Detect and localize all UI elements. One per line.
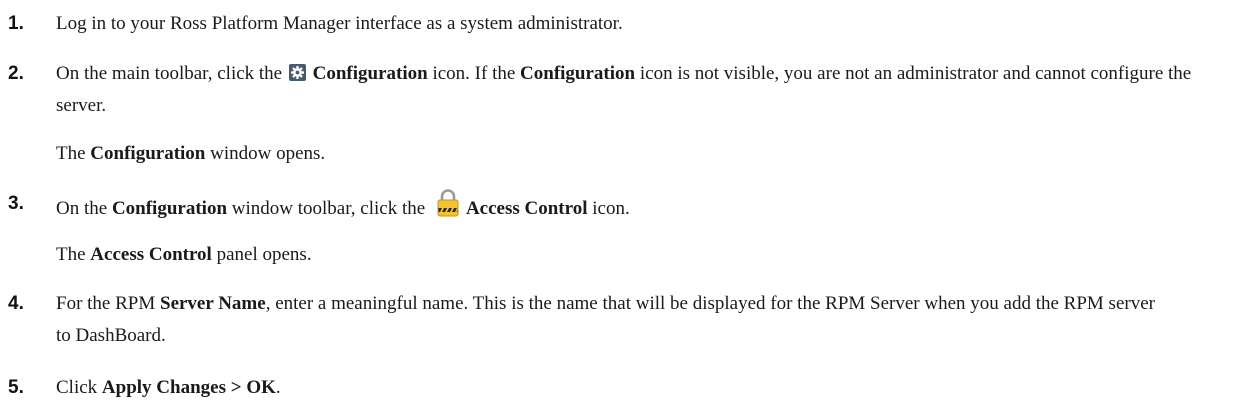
step-number: 5. — [8, 377, 24, 398]
step-number: 4. — [8, 293, 24, 314]
access-control-label: Access Control — [90, 244, 212, 265]
gear-icon — [288, 60, 306, 81]
configuration-label: Configuration — [520, 63, 636, 84]
step-text: On the Configuration window toolbar, cli… — [56, 188, 1235, 225]
configuration-label: Configuration — [312, 63, 428, 84]
step-number: 3. — [8, 193, 24, 214]
step-text: For the RPM Server Name, enter a meaning… — [56, 288, 1155, 352]
apply-changes-label: Apply Changes > OK — [101, 377, 276, 398]
step-text: Log in to your Ross Platform Manager int… — [56, 13, 623, 34]
document-page: 1. Log in to your Ross Platform Manager … — [0, 0, 1243, 416]
step-text: On the main toolbar, click the Configura… — [56, 58, 1235, 122]
step-text-part: icon. — [587, 198, 630, 219]
step-text-part: window toolbar, click the — [227, 198, 430, 219]
step-text-part: Click — [56, 377, 102, 398]
configuration-label: Configuration — [90, 143, 206, 164]
step-text-part: window opens. — [205, 143, 326, 164]
configuration-label: Configuration — [111, 198, 228, 219]
lock-icon — [436, 188, 460, 218]
step-text-part: On the — [56, 198, 112, 219]
step-text-part: The — [56, 244, 91, 265]
access-control-label: Access Control — [465, 198, 588, 219]
step-text-part: panel opens. — [211, 244, 312, 265]
step-number: 2. — [8, 63, 24, 84]
server-name-label: Server Name — [160, 293, 266, 314]
step-text-part: . — [275, 377, 281, 398]
step-text-part: icon. If the — [427, 63, 521, 84]
step-result: The Configuration window opens. — [56, 143, 326, 164]
step-number: 1. — [8, 13, 24, 34]
step-result: The Access Control panel opens. — [56, 239, 1235, 271]
step-text: Click Apply Changes > OK. — [56, 372, 1235, 404]
step-text-part: On the main toolbar, click the — [56, 63, 287, 84]
step-text-part: For the RPM — [56, 293, 160, 314]
